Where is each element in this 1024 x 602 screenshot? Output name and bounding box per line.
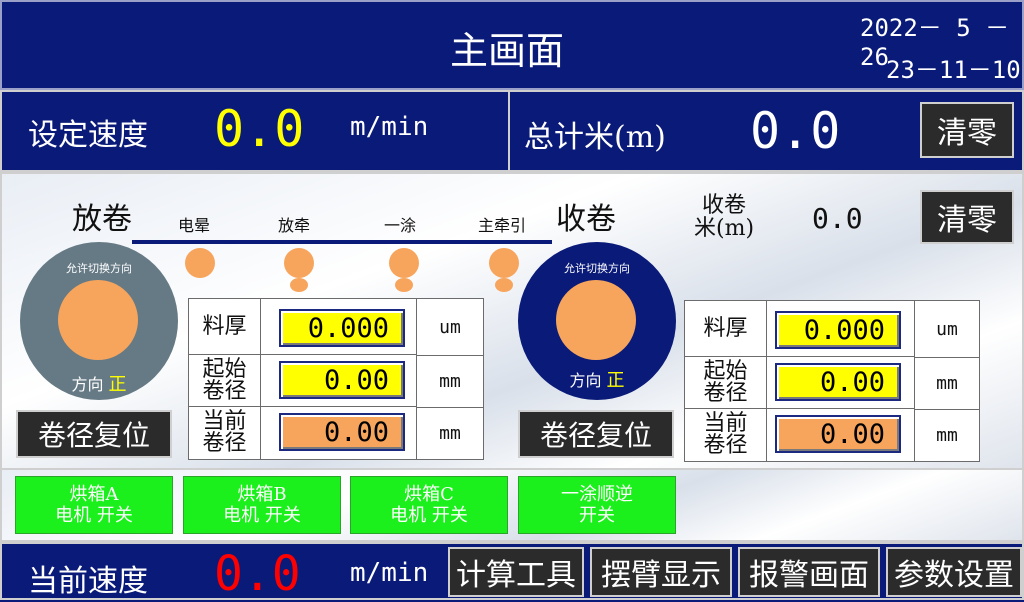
unwind-current-diameter-value: 0.00 (279, 413, 405, 451)
rewind-current-diameter-unit: mm (936, 424, 958, 446)
time-display: 23－11－10 (886, 56, 1021, 84)
unwind-roll-core (58, 280, 138, 360)
rewind-allow-switch-label: 允许切换方向 (564, 262, 630, 275)
coat1-direction-line2: 开关 (579, 505, 615, 526)
oven-b-motor-switch[interactable]: 烘箱B 电机 开关 (183, 476, 341, 534)
indicator-main-pull-small (495, 278, 513, 292)
rewind-thickness-value[interactable]: 0.000 (775, 311, 901, 349)
total-meter-label: 总计米(m) (524, 120, 666, 155)
process-label-main-pull: 主牵引 (478, 216, 527, 235)
rewind-direction-label: 方向 (569, 371, 602, 390)
current-speed-label: 当前速度 (28, 564, 148, 599)
unwind-direction: 方向 正 (20, 370, 178, 396)
footer-bar: 当前速度 0.0 m/min 计算工具 摆臂显示 报警画面 参数设置 (0, 542, 1024, 602)
calc-tool-button[interactable]: 计算工具 (448, 547, 584, 597)
rewind-start-diameter-unit: mm (915, 357, 979, 410)
unwind-label-thickness: 料厚 (189, 299, 261, 355)
rewind-start-diameter-value[interactable]: 0.00 (775, 363, 901, 401)
rewind-direction: 方向 正 (518, 366, 676, 392)
unwind-title: 放卷 (72, 202, 132, 237)
speed-bar: 设定速度 0.0 m/min 总计米(m) 0.0 清零 (0, 90, 1024, 172)
rewind-start-diameter-text: 起始 卷径 (703, 358, 748, 406)
clear-total-button[interactable]: 清零 (920, 102, 1014, 158)
current-speed-value: 0.0 (214, 546, 301, 602)
alarm-screen-button[interactable]: 报警画面 (738, 547, 880, 597)
divider (508, 92, 510, 170)
rewind-thickness-unit: um (915, 301, 979, 358)
oven-b-line1: 烘箱B (237, 484, 287, 505)
indicator-corona (185, 248, 215, 278)
oven-c-line2: 电机 开关 (390, 505, 468, 526)
rewind-roll-core (556, 280, 636, 360)
oven-c-motor-switch[interactable]: 烘箱C 电机 开关 (350, 476, 508, 534)
set-speed-label: 设定速度 (28, 118, 148, 153)
unwind-allow-switch-label: 允许切换方向 (66, 262, 132, 275)
unwind-diameter-reset-button[interactable]: 卷径复位 (16, 410, 172, 458)
unwind-label-current-diameter: 当前 卷径 (189, 407, 261, 459)
unwind-current-diameter-text: 当前 卷径 (202, 409, 247, 456)
oven-b-line2: 电机 开关 (223, 505, 301, 526)
oven-c-line1: 烘箱C (404, 484, 454, 505)
rewind-meter-label-text: 收卷 米(m) (694, 193, 755, 241)
set-speed-unit: m/min (350, 112, 429, 142)
rewind-title: 收卷 (556, 202, 616, 237)
unwind-start-diameter-unit: mm (417, 355, 483, 408)
parameter-settings-button[interactable]: 参数设置 (886, 547, 1022, 597)
rewind-current-diameter-value: 0.00 (775, 415, 901, 453)
unwind-current-diameter-unit: mm (439, 422, 461, 444)
rewind-label-start-diameter: 起始 卷径 (685, 357, 767, 409)
clear-rewind-meter-button[interactable]: 清零 (920, 190, 1014, 244)
unwind-start-diameter-value[interactable]: 0.00 (279, 361, 405, 399)
current-speed-unit: m/min (350, 558, 429, 588)
oven-a-line1: 烘箱A (69, 484, 119, 505)
rewind-param-table: 料厚 0.000 um 起始 卷径 0.00 mm 当前 卷径 0.00 mm (684, 300, 980, 462)
unwind-thickness-value[interactable]: 0.000 (279, 309, 405, 347)
rewind-roll[interactable]: 允许切换方向 方向 正 (518, 242, 676, 400)
indicator-coat1-small (395, 278, 413, 292)
indicator-main-pull (489, 248, 519, 278)
unwind-label-start-diameter: 起始 卷径 (189, 355, 261, 407)
rewind-direction-value: 正 (606, 370, 625, 391)
oven-a-line2: 电机 开关 (55, 505, 133, 526)
header-bar: 主画面 2022－ 5 －26 23－11－10 (0, 0, 1024, 90)
unwind-direction-value: 正 (108, 374, 127, 395)
total-meter-value: 0.0 (750, 102, 841, 160)
unwind-param-table: 料厚 0.000 um 起始 卷径 0.00 mm 当前 卷径 0.00 mm (188, 298, 484, 460)
main-panel: 放卷 电晕 放牵 一涂 主牵引 允许切换方向 方向 正 卷径复位 料厚 0.00… (0, 172, 1024, 470)
indicator-coat1 (389, 248, 419, 278)
switch-row: 烘箱A 电机 开关 烘箱B 电机 开关 烘箱C 电机 开关 一涂顺逆 开关 (0, 470, 1024, 542)
process-line (132, 240, 552, 244)
unwind-start-diameter-text: 起始 卷径 (202, 356, 247, 404)
unwind-direction-label: 方向 (71, 375, 104, 394)
process-label-coat1: 一涂 (384, 216, 417, 235)
process-label-unwind-pull: 放牵 (278, 216, 311, 235)
unwind-roll[interactable]: 允许切换方向 方向 正 (20, 242, 178, 400)
rewind-current-diameter-text: 当前 卷径 (703, 411, 748, 458)
rewind-label-current-diameter: 当前 卷径 (685, 409, 767, 461)
coat1-direction-switch[interactable]: 一涂顺逆 开关 (518, 476, 676, 534)
rewind-meter-value: 0.0 (812, 202, 863, 235)
oven-a-motor-switch[interactable]: 烘箱A 电机 开关 (15, 476, 173, 534)
indicator-unwind-pull (284, 248, 314, 278)
set-speed-value[interactable]: 0.0 (214, 100, 304, 158)
rewind-diameter-reset-button[interactable]: 卷径复位 (518, 410, 674, 458)
coat1-direction-line1: 一涂顺逆 (561, 484, 633, 505)
rewind-meter-label: 收卷 米(m) (694, 194, 754, 240)
unwind-thickness-unit: um (417, 299, 483, 356)
process-label-corona: 电晕 (178, 216, 211, 235)
rewind-label-thickness: 料厚 (685, 301, 767, 357)
indicator-unwind-pull-small (290, 278, 308, 292)
swing-arm-display-button[interactable]: 摆臂显示 (590, 547, 732, 597)
